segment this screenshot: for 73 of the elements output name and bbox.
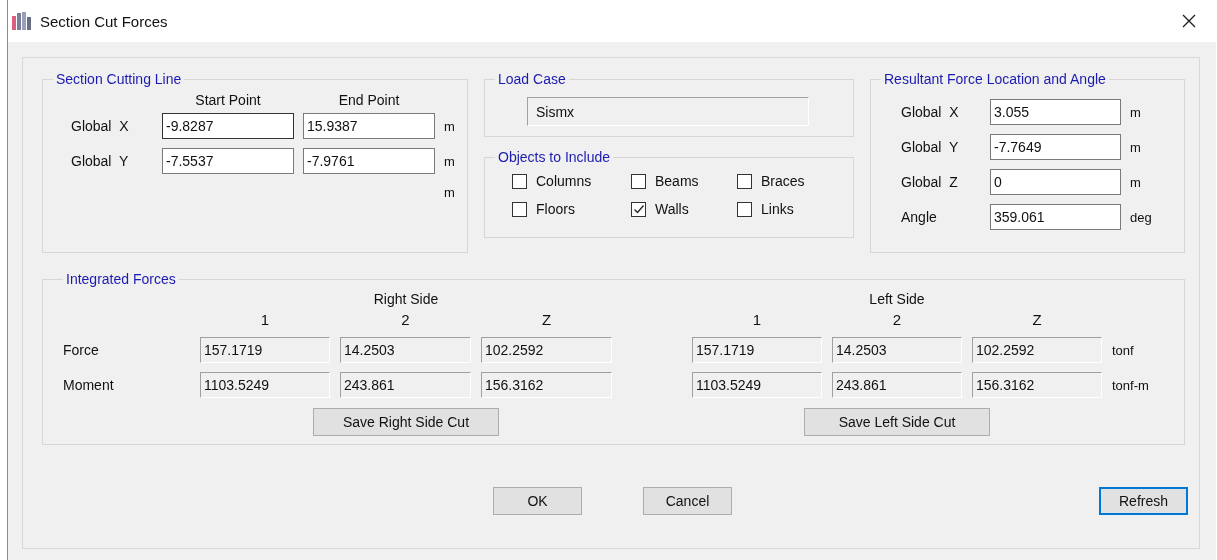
field-label: Global X [71,118,130,134]
unit-label: m [1130,104,1142,120]
value-field[interactable]: 156.3162 [481,372,612,398]
close-icon [1182,14,1196,28]
column-header: 1 [751,310,763,328]
row-label: Moment [63,376,115,393]
value-field[interactable]: 157.1719 [200,337,330,363]
input-field[interactable]: -7.9761 [303,148,435,174]
checkbox[interactable] [737,173,752,189]
field-label: Global Z [901,174,959,190]
checkbox-label: Links [761,201,794,217]
save-cut-button[interactable]: Save Right Side Cut [313,408,499,436]
value-field[interactable]: 1103.5249 [692,372,822,398]
dialog-button[interactable]: OK [493,487,582,515]
checkbox-label: Walls [655,201,689,217]
side-header: Right Side [372,290,440,307]
value-field[interactable]: 156.3162 [972,372,1102,398]
unit-label: m [1130,139,1142,155]
value-field[interactable]: 102.2592 [481,337,612,363]
field-label: Global X [901,104,960,120]
field-label: Angle [901,209,938,225]
value-field[interactable]: 243.861 [832,372,962,398]
group-title: Objects to Include [497,149,612,165]
unit-label: tonf [1112,341,1135,358]
window-title: Section Cut Forces [40,12,168,30]
checkbox-label: Columns [536,173,592,189]
value-field[interactable]: 14.2503 [340,337,471,363]
field-label: Global Y [901,139,960,155]
checkbox[interactable] [631,201,646,217]
column-header: Z [540,310,553,328]
side-header: Left Side [868,290,926,307]
checkbox[interactable] [737,201,752,217]
input-field[interactable]: 359.061 [990,204,1121,230]
checkbox[interactable] [512,173,527,189]
value-field[interactable]: 102.2592 [972,337,1102,363]
unit-label: m [444,184,456,200]
group-title: Integrated Forces [65,271,177,287]
input-field[interactable]: 0 [990,169,1121,195]
load-case-field[interactable]: Sismx [527,97,809,126]
app-icon [12,12,32,30]
value-field[interactable]: 243.861 [340,372,471,398]
checkbox-label: Braces [761,173,805,189]
value-field[interactable]: 1103.5249 [200,372,330,398]
field-label: Global Y [71,153,130,169]
dialog-button[interactable]: Refresh [1099,487,1188,515]
unit-label: m [444,118,456,134]
save-cut-button[interactable]: Save Left Side Cut [804,408,990,436]
unit-label: tonf-m [1112,376,1150,393]
input-field[interactable]: -7.7649 [990,134,1121,160]
column-header: Start Point [194,92,262,108]
input-field[interactable]: -7.5537 [162,148,294,174]
checkbox-label: Beams [655,173,699,189]
column-header: 2 [400,310,411,328]
value-field[interactable]: 157.1719 [692,337,822,363]
value-field[interactable]: 14.2503 [832,337,962,363]
unit-label: deg [1130,209,1153,225]
dialog-button[interactable]: Cancel [643,487,732,515]
unit-label: m [444,153,456,169]
input-field[interactable]: 15.9387 [303,113,435,139]
input-field[interactable]: 3.055 [990,99,1121,125]
column-header: 2 [891,310,903,328]
input-field[interactable]: -9.8287 [162,113,294,139]
checkbox-label: Floors [536,201,575,217]
checkbox[interactable] [512,201,527,217]
column-header: Z [1031,310,1043,328]
checkbox[interactable] [631,173,646,189]
group-title: Resultant Force Location and Angle [883,71,1107,87]
group-title: Section Cutting Line [55,71,183,87]
group-title: Load Case [497,71,567,87]
unit-label: m [1130,174,1142,190]
column-header: 1 [259,310,271,328]
column-header: End Point [337,92,401,108]
row-label: Force [63,341,100,358]
